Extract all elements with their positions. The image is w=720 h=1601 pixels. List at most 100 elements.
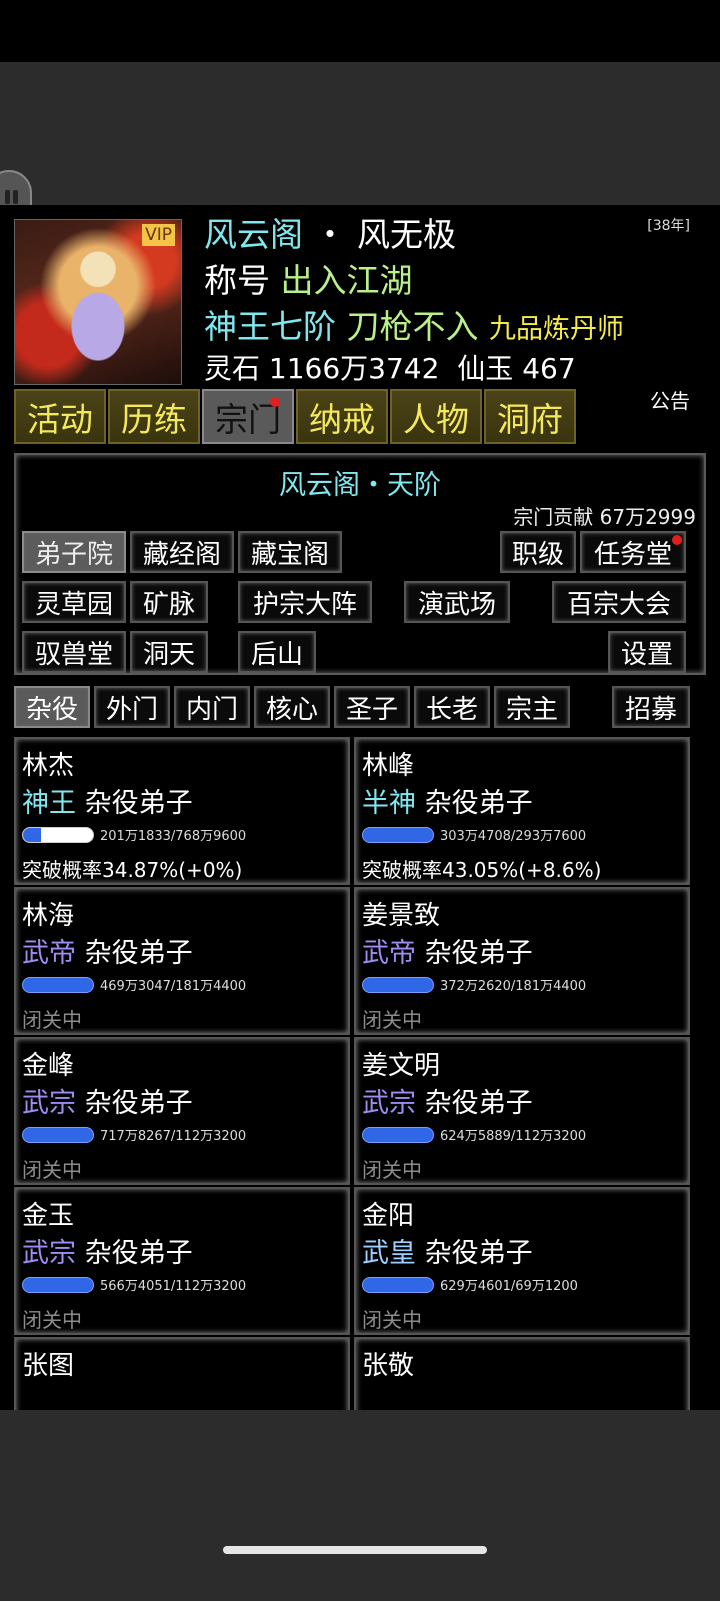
jade-value: 467 — [522, 352, 576, 385]
cave-heaven-button[interactable]: 洞天 — [130, 631, 208, 673]
progress-bar — [22, 1277, 94, 1293]
disciple-rank: 武宗 杂役弟子 — [22, 1081, 193, 1120]
mission-hall-label: 任务堂 — [593, 539, 672, 570]
spirit-label: 灵石 — [204, 352, 261, 385]
tab-ring[interactable]: 纳戒 — [296, 389, 388, 444]
progress-bar — [362, 827, 434, 843]
sect-contribution: 宗门贡献 67万2999 — [513, 505, 696, 529]
tab-servant[interactable]: 杂役 — [14, 686, 90, 728]
tab-cave-mansion[interactable]: 洞府 — [484, 389, 576, 444]
disciple-realm: 武皇 — [362, 1238, 416, 1269]
progress-bar — [362, 1127, 434, 1143]
progress-text: 303万4708/293万7600 — [440, 829, 587, 844]
treasure-pavilion-button[interactable]: 藏宝阁 — [238, 531, 342, 573]
mine-button[interactable]: 矿脉 — [130, 581, 208, 623]
disciple-name: 林杰 — [22, 751, 75, 781]
arena-button[interactable]: 演武场 — [404, 581, 510, 623]
disciple-status: 闭关中 — [22, 1158, 82, 1182]
beast-hall-button[interactable]: 驭兽堂 — [22, 631, 126, 673]
scripture-pavilion-button[interactable]: 藏经阁 — [130, 531, 234, 573]
tab-core-disciple[interactable]: 核心 — [254, 686, 330, 728]
disciple-card[interactable]: 金峰 武宗 杂役弟子 717万8267/112万3200 闭关中 — [14, 1037, 350, 1185]
jade-label: 仙玉 — [457, 352, 514, 385]
tab-saint[interactable]: 圣子 — [334, 686, 410, 728]
trait-value: 刀枪不入 — [346, 307, 479, 346]
disciple-card[interactable]: 林杰 神王 杂役弟子 201万1833/768万9600 突破概率34.87%(… — [14, 737, 350, 885]
main-nav-tabs: 活动 历练 宗门 纳戒 人物 洞府 — [14, 389, 576, 444]
tab-character[interactable]: 人物 — [390, 389, 482, 444]
vip-badge: VIP — [142, 224, 175, 246]
avatar[interactable]: VIP — [14, 219, 182, 385]
disciple-rank: 半神 杂役弟子 — [362, 781, 533, 820]
disciple-rank: 武宗 杂役弟子 — [22, 1231, 193, 1270]
disciple-role: 杂役弟子 — [424, 1238, 533, 1269]
notice-button[interactable]: 公告 — [650, 385, 690, 414]
disciple-card[interactable]: 金阳 武皇 杂役弟子 629万4601/69万1200 闭关中 — [354, 1187, 690, 1335]
disciple-card[interactable]: 金玉 武宗 杂役弟子 566万4051/112万3200 闭关中 — [14, 1187, 350, 1335]
disciple-status: 闭关中 — [22, 1308, 82, 1332]
disciple-status: 闭关中 — [362, 1008, 422, 1032]
progress-bar — [22, 827, 94, 843]
tab-inner-disciple[interactable]: 内门 — [174, 686, 250, 728]
notification-dot — [672, 535, 682, 545]
progress-text: 201万1833/768万9600 — [100, 829, 247, 844]
progress-text: 717万8267/112万3200 — [100, 1129, 247, 1144]
tab-elder[interactable]: 长老 — [414, 686, 490, 728]
progress-text: 372万2620/181万4400 — [440, 979, 587, 994]
sect-name: 风云阁 — [204, 215, 303, 254]
player-name: 风无极 — [357, 215, 456, 254]
disciple-card[interactable]: 林峰 半神 杂役弟子 303万4708/293万7600 突破概率43.05%(… — [354, 737, 690, 885]
tab-sect-master[interactable]: 宗主 — [494, 686, 570, 728]
disciple-name: 张敬 — [362, 1351, 415, 1381]
tab-training[interactable]: 历练 — [108, 389, 200, 444]
disciple-card[interactable]: 张敬 — [354, 1337, 690, 1410]
top-status-area — [0, 62, 720, 205]
profession-value: 九品炼丹师 — [489, 314, 624, 345]
realm-line: 神王七阶 刀枪不入 九品炼丹师 — [204, 305, 624, 352]
currency-line: 灵石 1166万3742 仙玉 467 — [204, 347, 576, 391]
disciple-rank: 武帝 杂役弟子 — [362, 931, 533, 970]
progress-bar — [362, 1277, 434, 1293]
disciple-status: 闭关中 — [22, 1008, 82, 1032]
realm-value: 神王七阶 — [204, 307, 336, 346]
disciple-card[interactable]: 姜文明 武宗 杂役弟子 624万5889/112万3200 闭关中 — [354, 1037, 690, 1185]
disciple-hall-button[interactable]: 弟子院 — [22, 531, 126, 573]
disciple-role: 杂役弟子 — [424, 938, 533, 969]
progress-text: 624万5889/112万3200 — [440, 1129, 587, 1144]
title-line: 称号 出入江湖 — [204, 259, 413, 303]
disciple-realm: 神王 — [22, 788, 76, 819]
disciple-role: 杂役弟子 — [84, 938, 193, 969]
tab-sect[interactable]: 宗门 — [202, 389, 294, 444]
disciple-status: 闭关中 — [362, 1308, 422, 1332]
disciple-name: 金玉 — [22, 1201, 75, 1231]
disciple-role: 杂役弟子 — [84, 1238, 193, 1269]
disciple-name: 金峰 — [22, 1051, 75, 1081]
disciple-card[interactable]: 张图 — [14, 1337, 350, 1410]
panel-title: 风云阁・天阶 — [279, 470, 441, 501]
name-dot: ・ — [313, 215, 347, 254]
progress-bar — [22, 1127, 94, 1143]
title-label: 称号 — [204, 261, 270, 300]
disciple-card[interactable]: 姜景致 武帝 杂役弟子 372万2620/181万4400 闭关中 — [354, 887, 690, 1035]
tab-outer-disciple[interactable]: 外门 — [94, 686, 170, 728]
rank-button[interactable]: 职级 — [500, 531, 576, 573]
home-indicator[interactable] — [223, 1546, 487, 1554]
settings-button[interactable]: 设置 — [608, 631, 686, 673]
sect-formation-button[interactable]: 护宗大阵 — [238, 581, 372, 623]
disciple-realm: 武帝 — [22, 938, 76, 969]
disciple-rank: 武帝 杂役弟子 — [22, 931, 193, 970]
disciple-card[interactable]: 林海 武帝 杂役弟子 469万3047/181万4400 闭关中 — [14, 887, 350, 1035]
mission-hall-button[interactable]: 任务堂 — [580, 531, 686, 573]
disciple-role: 杂役弟子 — [84, 1088, 193, 1119]
progress-bar — [22, 977, 94, 993]
disciple-realm: 武宗 — [22, 1088, 76, 1119]
progress-text: 629万4601/69万1200 — [440, 1279, 578, 1294]
disciple-realm: 武宗 — [22, 1238, 76, 1269]
back-mountain-button[interactable]: 后山 — [238, 631, 316, 673]
herb-garden-button[interactable]: 灵草园 — [22, 581, 126, 623]
recruit-button[interactable]: 招募 — [612, 686, 690, 728]
disciple-realm: 半神 — [362, 788, 416, 819]
tab-activity[interactable]: 活动 — [14, 389, 106, 444]
progress-text: 469万3047/181万4400 — [100, 979, 247, 994]
sect-tournament-button[interactable]: 百宗大会 — [552, 581, 686, 623]
